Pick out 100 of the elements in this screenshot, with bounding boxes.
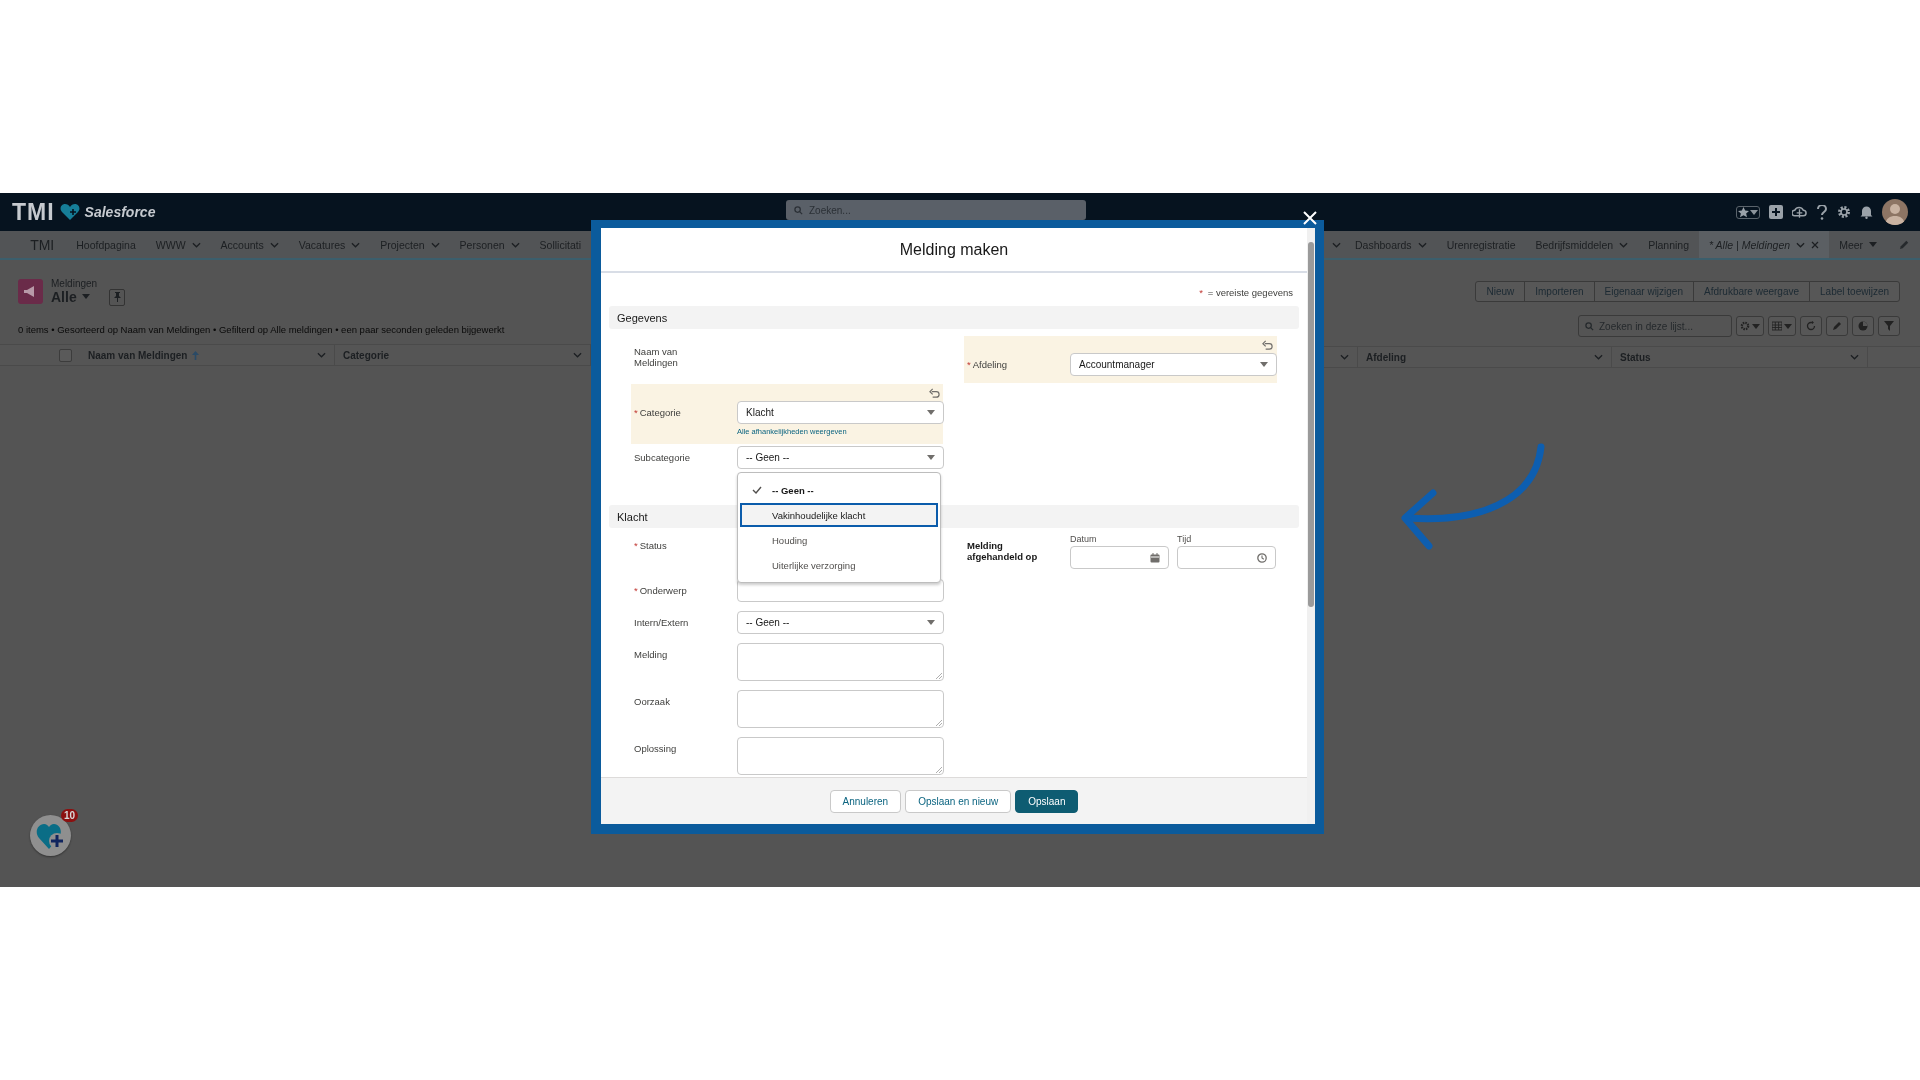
resize-grip-icon: [936, 673, 942, 679]
select-field[interactable]: Accountmanager: [1070, 353, 1277, 376]
caret-icon[interactable]: [927, 455, 935, 460]
dropdown-option[interactable]: Vakinhoudelijke klacht: [740, 503, 938, 527]
chevron-icon[interactable]: [1796, 241, 1806, 248]
star-icon: [1738, 206, 1749, 218]
nav-tab[interactable]: * Alle | Meldingen: [1699, 231, 1830, 258]
caret-icon[interactable]: [1260, 362, 1268, 367]
scrollbar[interactable]: [1307, 228, 1315, 824]
heart-icon: [59, 203, 80, 221]
edit-button[interactable]: [1826, 316, 1848, 336]
calendar-icon[interactable]: [1150, 552, 1160, 563]
check-icon: [752, 486, 762, 494]
search-icon: [1585, 321, 1594, 331]
avatar[interactable]: [1882, 199, 1908, 225]
chevron-icon[interactable]: [1340, 354, 1349, 360]
edit-icon[interactable]: [1899, 239, 1910, 250]
help-icon[interactable]: [1816, 204, 1828, 220]
table-button[interactable]: [1768, 316, 1796, 336]
brand-name: Salesforce: [84, 204, 156, 220]
select-field[interactable]: -- Geen --: [737, 446, 944, 469]
chevron-icon[interactable]: [1594, 354, 1603, 360]
filter-icon: [1884, 321, 1894, 331]
column-header[interactable]: Afdeling: [1366, 351, 1406, 363]
field-label: Intern/Extern: [634, 616, 690, 630]
field-label: Oorzaak: [634, 695, 671, 709]
undo-icon[interactable]: [1262, 340, 1273, 351]
action-button[interactable]: Importeren: [1524, 281, 1595, 302]
chevron-icon[interactable]: [1332, 241, 1341, 248]
caret-icon[interactable]: [1750, 209, 1758, 215]
field-label: * Categorie: [634, 406, 682, 420]
settings-icon[interactable]: [1837, 205, 1851, 219]
caret-icon[interactable]: [927, 620, 935, 625]
plus-icon[interactable]: [1769, 205, 1783, 219]
resize-grip-icon: [936, 720, 942, 726]
field-label: Naam van Meldingen: [634, 345, 679, 368]
field-label: * Status: [634, 539, 668, 551]
action-button[interactable]: Eigenaar wijzigen: [1593, 281, 1694, 302]
refresh-icon: [1806, 321, 1816, 331]
field-label: Melding: [634, 648, 669, 662]
chevron-icon[interactable]: [317, 352, 326, 358]
clock-icon[interactable]: [1257, 552, 1267, 563]
dropdown-option[interactable]: -- Geen --: [740, 478, 938, 502]
bell-icon[interactable]: [1860, 205, 1873, 219]
field-label: * Afdeling: [967, 358, 1009, 372]
chevron-icon[interactable]: [351, 241, 361, 248]
table-icon: [1772, 321, 1782, 331]
column-header[interactable]: Naam van Meldingen: [88, 349, 200, 361]
input-field[interactable]: [1070, 546, 1169, 569]
action-button[interactable]: Label toewijzen: [1809, 281, 1900, 302]
action-button[interactable]: Afdrukbare weergave: [1693, 281, 1811, 302]
refresh-button[interactable]: [1800, 316, 1822, 336]
chevron-icon[interactable]: [191, 241, 201, 248]
chevron-icon[interactable]: [1850, 354, 1859, 360]
text-area[interactable]: [737, 737, 944, 775]
chevron-icon[interactable]: [430, 241, 440, 248]
chevron-icon[interactable]: [510, 241, 520, 248]
select-field[interactable]: Klacht: [737, 401, 944, 424]
field-label: * Onderwerp: [634, 584, 688, 598]
logo-text: TMI: [12, 198, 55, 226]
caret-icon[interactable]: [927, 410, 935, 415]
pin-icon: [113, 292, 121, 302]
filter-button[interactable]: [1878, 316, 1900, 336]
search-icon: [794, 205, 803, 215]
sort-arrow-icon[interactable]: [192, 350, 200, 360]
dropdown-option[interactable]: Uiterlijke verzorging: [740, 553, 938, 577]
settings-button[interactable]: [1736, 316, 1764, 336]
chevron-icon[interactable]: [269, 241, 279, 248]
object-label: Meldingen: [51, 277, 98, 289]
save-button[interactable]: Opslaan: [1015, 789, 1079, 813]
select-field[interactable]: -- Geen --: [737, 611, 944, 634]
chevron-icon[interactable]: [1417, 241, 1427, 248]
pin-button[interactable]: [109, 288, 126, 306]
action-button[interactable]: Nieuw: [1475, 281, 1526, 302]
column-header[interactable]: Categorie: [343, 349, 390, 361]
required-legend: * = vereiste gegevens: [609, 273, 1299, 299]
favorites-button[interactable]: [1736, 205, 1760, 219]
undo-icon[interactable]: [929, 388, 940, 399]
cancel-button[interactable]: Annuleren: [829, 789, 902, 813]
input-field[interactable]: [1177, 546, 1276, 569]
field-label: Subcategorie: [634, 451, 691, 465]
text-area[interactable]: [737, 690, 944, 728]
notification-badge: 10: [60, 809, 78, 822]
list-info: 0 items • Gesorteerd op Naam van Meldingen • Gefilterd op Alle meldingen • een paar seconden geleden bijgewerkt: [17, 323, 506, 335]
scrollbar-thumb[interactable]: [1308, 242, 1314, 607]
text-area[interactable]: [737, 643, 944, 681]
chevron-icon[interactable]: [573, 352, 582, 358]
field-label: Datum: [1070, 534, 1098, 546]
save-and-new-button[interactable]: Opslaan en nieuw: [905, 789, 1012, 813]
field-label: Tijd: [1177, 534, 1193, 546]
settings-icon: [1740, 321, 1750, 331]
checkbox[interactable]: [59, 348, 72, 362]
heart-plus-icon: [35, 821, 66, 850]
cloud-icon[interactable]: [1792, 205, 1807, 219]
dropdown-option[interactable]: Houding: [740, 528, 938, 552]
chevron-icon[interactable]: [1619, 241, 1629, 248]
section-header: Gegevens: [609, 306, 1299, 329]
column-header[interactable]: Status: [1620, 351, 1651, 363]
list-view-selector[interactable]: Alle: [51, 288, 98, 305]
chart-button[interactable]: [1852, 316, 1874, 336]
